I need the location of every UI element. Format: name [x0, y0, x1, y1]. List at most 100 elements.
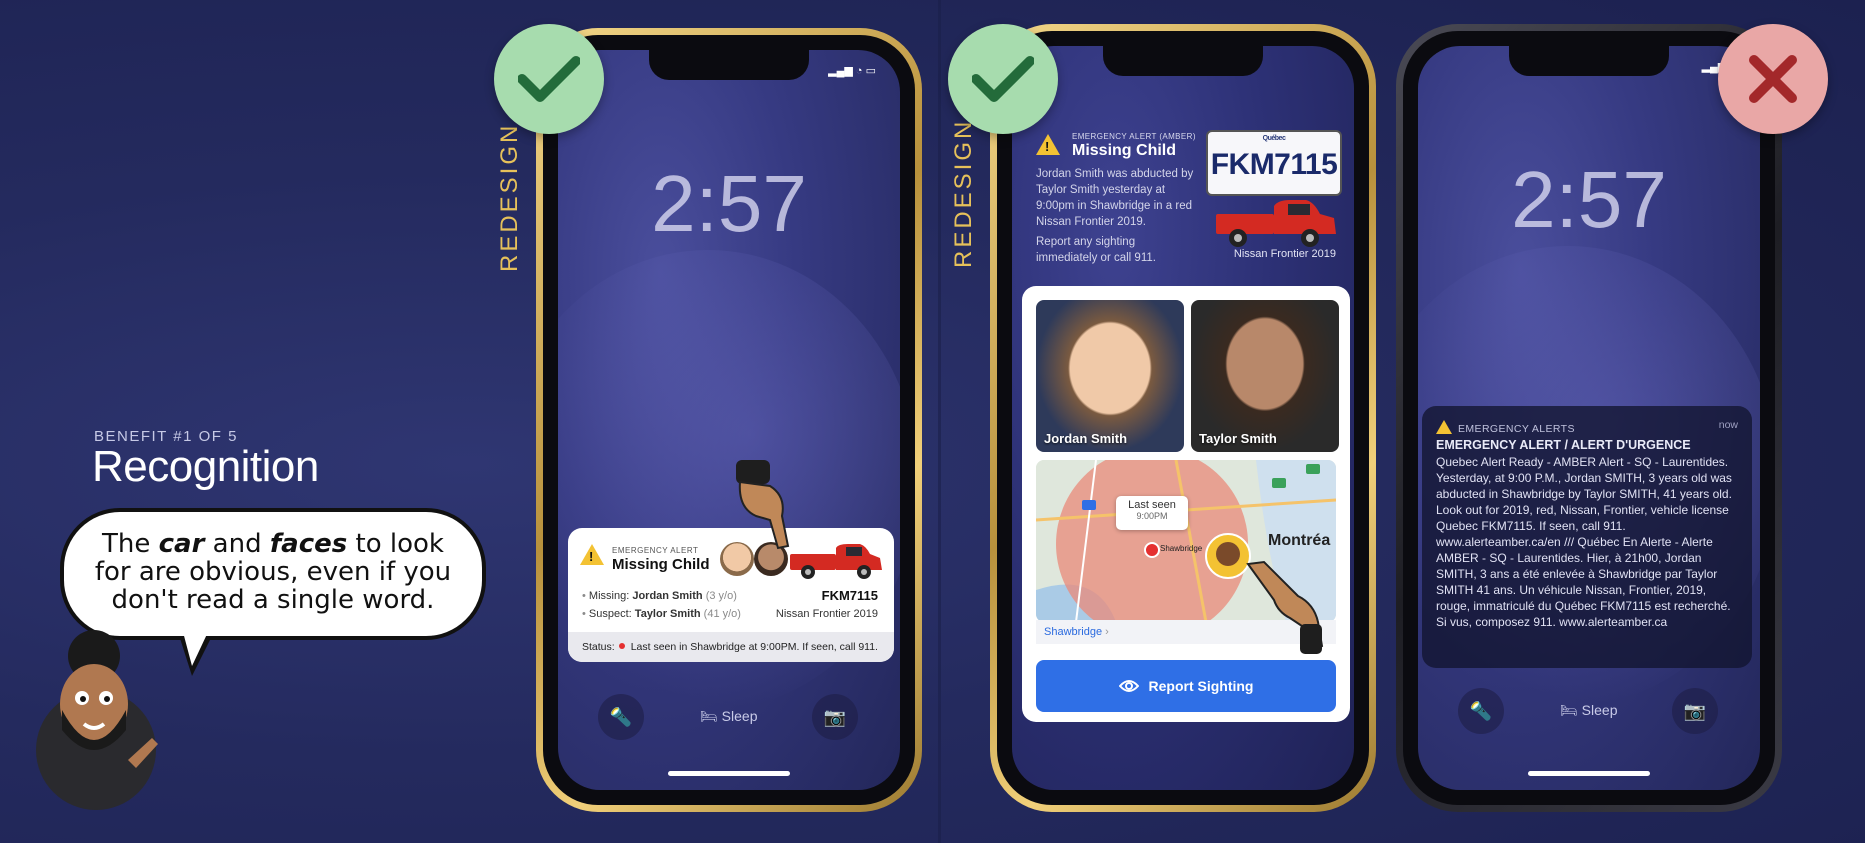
- bed-icon: 🛏: [1560, 702, 1582, 718]
- home-indicator[interactable]: [1528, 771, 1650, 776]
- emergency-alert-notification[interactable]: EMERGENCY ALERTS now EMERGENCY ALERT / A…: [1422, 406, 1752, 668]
- bubble-emphasis-car: car: [158, 529, 205, 559]
- suspect-age: (41 y/o): [703, 608, 741, 620]
- child-photo[interactable]: Jordan Smith: [1036, 300, 1184, 452]
- checkmark-badge-1: [494, 24, 604, 134]
- warning-icon: !: [580, 544, 604, 570]
- truck-image: [1216, 200, 1336, 247]
- alert-body-instruction: Report any sighting immediately or call …: [1036, 236, 1156, 264]
- slide-title: Recognition: [92, 442, 319, 491]
- lockscreen-clock: 2:57: [1511, 155, 1667, 244]
- camera-button[interactable]: 📷: [1672, 688, 1718, 734]
- alert-title: Missing Child: [1072, 142, 1176, 159]
- alert-body: Quebec Alert Ready - AMBER Alert - SQ - …: [1436, 455, 1732, 629]
- phone-bezel: ▂▄▆ ◔ ▭ 2:57 ! EMERGENCY ALERT Missing C…: [543, 35, 915, 805]
- lockscreen: ▂▄▆ ◔ 2:57 EMERGENCY ALERTS now EMERGENC…: [1418, 46, 1760, 790]
- suspect-photo[interactable]: Taylor Smith: [1191, 300, 1339, 452]
- slide-divider: [938, 0, 941, 843]
- missing-age: (3 y/o): [705, 590, 737, 602]
- status-bar-icons: ▂▄▆ ◔ ▭: [828, 65, 876, 77]
- license-plate-text: FKM7115: [1210, 148, 1338, 181]
- missing-label: Missing:: [588, 590, 630, 602]
- notch: [1509, 46, 1669, 76]
- last-seen-tooltip: Last seen 9:00PM: [1116, 496, 1188, 530]
- alert-app-name: EMERGENCY ALERTS: [1458, 423, 1575, 435]
- plate-province: Québec: [1262, 135, 1286, 142]
- phone-redesign-1: ▂▄▆ ◔ ▭ 2:57 ! EMERGENCY ALERT Missing C…: [536, 28, 922, 812]
- chevron-right-icon: ›: [1102, 626, 1109, 638]
- license-plate: Québec FKM7115: [1206, 130, 1342, 196]
- alert-header: EMERGENCY ALERTS: [1436, 418, 1575, 435]
- alert-eyebrow: EMERGENCY ALERT (AMBER): [1072, 132, 1196, 141]
- bed-icon: 🛏: [700, 708, 722, 724]
- warning-icon: [1436, 420, 1452, 434]
- alert-title: EMERGENCY ALERT / ALERT D'URGENCE: [1436, 438, 1691, 452]
- tooltip-label: Last seen: [1128, 499, 1176, 511]
- report-sighting-button[interactable]: Report Sighting: [1036, 660, 1336, 712]
- camera-button[interactable]: 📷: [812, 694, 858, 740]
- checkmark-icon: [972, 56, 1034, 102]
- phone-current-alert: ▂▄▆ ◔ 2:57 EMERGENCY ALERTS now EMERGENC…: [1396, 24, 1782, 812]
- camera-icon: 📷: [1683, 700, 1707, 721]
- sleep-label: Sleep: [1581, 702, 1618, 718]
- map-pin-label: Shawbridge: [1160, 544, 1203, 553]
- flashlight-icon: 🔦: [1469, 700, 1493, 721]
- speech-bubble-tail-inner: [183, 632, 208, 666]
- truck-icon: [790, 544, 882, 579]
- bubble-text-1: The: [102, 529, 159, 559]
- camera-icon: 📷: [823, 706, 847, 727]
- warning-icon: !: [1036, 134, 1060, 160]
- alert-title: Missing Child: [612, 556, 710, 573]
- phone-bezel: ▂▄▆ ◔ 2:57 EMERGENCY ALERTS now EMERGENC…: [1403, 31, 1775, 805]
- map-city-label: Montréa: [1268, 532, 1331, 549]
- pointing-hand-icon: [1246, 560, 1324, 654]
- status-strip: Status: Last seen in Shawbridge at 9:00PM…: [568, 632, 894, 662]
- alert-timestamp: now: [1718, 419, 1738, 431]
- lockscreen: ▂▄▆ ◔ ▭ 2:57 ! EMERGENCY ALERT Missing C…: [558, 50, 900, 790]
- alert-eyebrow: EMERGENCY ALERT: [612, 546, 699, 555]
- checkmark-badge-2: [948, 24, 1058, 134]
- redesign-label-2: REDESIGN: [950, 118, 977, 268]
- checkmark-icon: [518, 56, 580, 102]
- suspect-photo-label: Taylor Smith: [1199, 431, 1277, 446]
- vehicle-model: Nissan Frontier 2019: [1233, 248, 1336, 260]
- suspect-name: Taylor Smith: [634, 608, 701, 620]
- lockscreen-clock: 2:57: [651, 159, 807, 248]
- missing-name: Jordan Smith: [632, 590, 703, 602]
- status-text: Last seen in Shawbridge at 9:00PM. If se…: [630, 641, 878, 653]
- vehicle-model: Nissan Frontier 2019: [775, 608, 878, 620]
- report-sighting-label: Report Sighting: [1148, 678, 1254, 694]
- tooltip-time: 9:00PM: [1136, 511, 1168, 521]
- alert-detail-card: Jordan Smith Taylor Smith Last seen 9:00…: [1022, 286, 1350, 722]
- suspect-row: • Suspect: Taylor Smith (41 y/o): [582, 608, 741, 620]
- eye-icon: [1118, 680, 1139, 692]
- alert-body: Jordan Smith was abducted by Taylor Smit…: [1036, 166, 1196, 266]
- phone-bezel: ! EMERGENCY ALERT (AMBER) Missing Child …: [997, 31, 1369, 805]
- alert-body-text: Jordan Smith was abducted by Taylor Smit…: [1036, 168, 1194, 228]
- status-dot: [618, 643, 625, 649]
- license-plate-text: FKM7115: [821, 588, 878, 603]
- presenter-avatar: [36, 630, 158, 810]
- home-indicator[interactable]: [668, 771, 790, 776]
- phone-redesign-2: ! EMERGENCY ALERT (AMBER) Missing Child …: [990, 24, 1376, 812]
- suspect-label: Suspect:: [588, 608, 632, 620]
- alert-detail-screen: ! EMERGENCY ALERT (AMBER) Missing Child …: [1012, 46, 1354, 790]
- sleep-label: Sleep: [721, 708, 758, 724]
- bubble-emphasis-faces: faces: [269, 529, 348, 559]
- flashlight-button[interactable]: 🔦: [598, 694, 644, 740]
- child-photo-label: Jordan Smith: [1044, 431, 1128, 446]
- map-footer-text: Shawbridge: [1044, 626, 1103, 638]
- sleep-indicator[interactable]: 🛏 Sleep: [1560, 702, 1617, 719]
- notch: [1103, 46, 1263, 76]
- flashlight-button[interactable]: 🔦: [1458, 688, 1504, 734]
- close-icon: [1749, 55, 1797, 103]
- redesign-label-1: REDESIGN: [496, 122, 523, 272]
- flashlight-icon: 🔦: [609, 706, 633, 727]
- missing-row: • Missing: Jordan Smith (3 y/o): [582, 590, 737, 602]
- notch: [649, 50, 809, 80]
- bubble-text-2: and: [204, 529, 270, 559]
- sleep-indicator[interactable]: 🛏 Sleep: [700, 708, 757, 725]
- status-label: Status:: [582, 641, 615, 653]
- cross-badge: [1718, 24, 1828, 134]
- pointing-hand-icon: [736, 460, 790, 550]
